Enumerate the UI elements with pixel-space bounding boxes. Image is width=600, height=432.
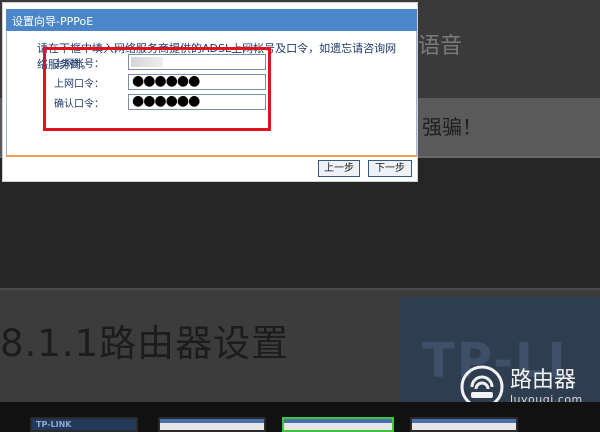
background-warning-fragment: 强骗！ [422, 115, 482, 139]
thumbnail-3-active[interactable] [282, 417, 394, 432]
blurred-account-value [131, 57, 163, 67]
previous-step-button[interactable]: 上一步 [318, 160, 360, 177]
confirm-label: 确认口令： [54, 99, 104, 110]
account-label: 上网账号： [54, 59, 104, 70]
thumbnail-2[interactable] [158, 417, 266, 432]
background-heading-fragment: 语音 [418, 34, 463, 59]
thumbnail-1-label: TP-LINK [36, 420, 72, 429]
thumbnail-4[interactable] [410, 417, 518, 432]
dialog-title: 设置向导-PPPoE [12, 15, 94, 28]
account-input[interactable] [128, 54, 266, 70]
article-title: 8.1.1路由器设置 [0, 322, 290, 365]
pppoe-wizard-dialog: 设置向导-PPPoE 请在下框中填入网络服务商提供的ADSL上网帐号及口令，如遗… [2, 2, 418, 182]
thumbnail-1[interactable]: TP-LINK [30, 417, 138, 432]
watermark-name: 路由器 [510, 367, 577, 393]
password-label: 上网口令： [54, 79, 104, 90]
password-input[interactable]: ●●●●●● [128, 74, 266, 90]
thumbnail-strip: TP-LINK [0, 402, 600, 432]
confirm-password-input[interactable]: ●●●●●● [128, 94, 266, 110]
highlight-box: 上网账号： 上网口令： ●●●●●● 确认口令： ●●●●●● [43, 47, 271, 131]
next-step-button[interactable]: 下一步 [368, 160, 412, 177]
dialog-title-bar: 设置向导-PPPoE [6, 9, 417, 31]
dialog-footer: 上一步 下一步 [6, 157, 417, 179]
